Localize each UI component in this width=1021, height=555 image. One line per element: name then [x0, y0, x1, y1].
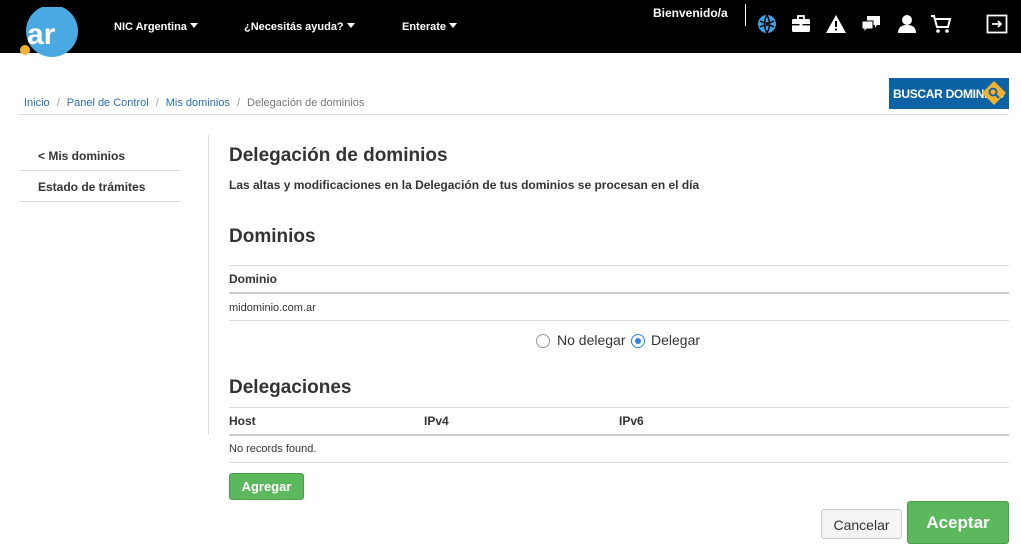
accept-button[interactable]: Aceptar — [907, 501, 1009, 544]
caret-down-icon — [189, 23, 198, 28]
radio-delegar[interactable] — [631, 334, 645, 348]
cancel-button[interactable]: Cancelar — [821, 509, 902, 539]
breadcrumb-separator: / — [236, 97, 241, 109]
divider — [229, 462, 1009, 463]
divider — [229, 265, 1009, 266]
nav-label: ¿Necesitás ayuda? — [244, 21, 344, 33]
table-cell-dominio: midominio.com.ar — [229, 302, 316, 314]
breadcrumb-separator: / — [155, 97, 159, 109]
buscar-dominios-button[interactable]: BUSCAR DOMINIOS — [889, 78, 1009, 109]
sidebar-divider — [208, 135, 209, 435]
logout-icon[interactable] — [986, 13, 1008, 35]
delegaciones-heading: Delegaciones — [229, 377, 352, 398]
welcome-text: Bienvenido/a — [653, 6, 728, 20]
nav-nic-argentina[interactable]: NIC Argentina — [114, 21, 198, 33]
breadcrumb: Inicio / Panel de Control / Mis dominios / Del… — [24, 97, 364, 109]
warning-icon[interactable] — [825, 13, 847, 35]
dominios-heading: Dominios — [229, 226, 316, 247]
sidebar-item-label: < Mis dominios — [38, 149, 126, 163]
breadcrumb-mis-dominios[interactable]: Mis dominios — [166, 97, 230, 109]
caret-down-icon — [346, 23, 355, 28]
column-header-host: Host — [229, 414, 256, 428]
nav-enterate[interactable]: Enterate — [402, 21, 458, 33]
breadcrumb-separator: / — [56, 97, 60, 109]
nav-label: NIC Argentina — [114, 21, 187, 33]
search-icon — [982, 81, 1006, 105]
radio-label-no-delegar[interactable]: No delegar — [557, 332, 626, 348]
table-header-divider — [229, 292, 1009, 294]
top-bar: ar NIC Argentina ¿Necesitás ayuda? Enter… — [0, 0, 1021, 57]
breadcrumb-inicio[interactable]: Inicio — [24, 97, 50, 109]
sidebar-item-label: Estado de trámites — [38, 180, 146, 194]
nic-ar-logo[interactable]: ar — [18, 5, 80, 59]
breadcrumb-divider — [18, 114, 1009, 115]
table-header-divider — [229, 434, 1009, 436]
radio-label-delegar[interactable]: Delegar — [651, 332, 700, 348]
user-icon[interactable] — [896, 13, 918, 35]
svg-text:ar: ar — [27, 18, 56, 51]
sidebar-item-mis-dominios[interactable]: < Mis dominios — [19, 140, 181, 171]
radio-no-delegar[interactable] — [536, 334, 550, 348]
nav-necesitas-ayuda[interactable]: ¿Necesitás ayuda? — [244, 21, 355, 33]
globe-icon[interactable] — [756, 13, 778, 35]
page-subtitle: Las altas y modificaciones en la Delegac… — [229, 178, 700, 192]
sidebar-item-estado-de-tramites[interactable]: Estado de trámites — [19, 171, 181, 202]
caret-down-icon — [449, 23, 458, 28]
briefcase-icon[interactable] — [790, 13, 812, 35]
column-header-ipv4: IPv4 — [424, 414, 449, 428]
chat-icon[interactable] — [860, 13, 882, 35]
column-header-ipv6: IPv6 — [619, 414, 644, 428]
page-title: Delegación de dominios — [229, 145, 448, 166]
agregar-button[interactable]: Agregar — [229, 473, 304, 500]
column-header-dominio: Dominio — [229, 272, 277, 286]
header-divider — [745, 4, 746, 26]
cart-icon[interactable] — [930, 13, 952, 35]
breadcrumb-panel-de-control[interactable]: Panel de Control — [67, 97, 149, 109]
nav-label: Enterate — [402, 21, 447, 33]
divider — [229, 320, 1009, 321]
breadcrumb-current: Delegación de dominios — [247, 97, 365, 109]
empty-records-text: No records found. — [229, 443, 317, 455]
divider — [229, 407, 1009, 408]
